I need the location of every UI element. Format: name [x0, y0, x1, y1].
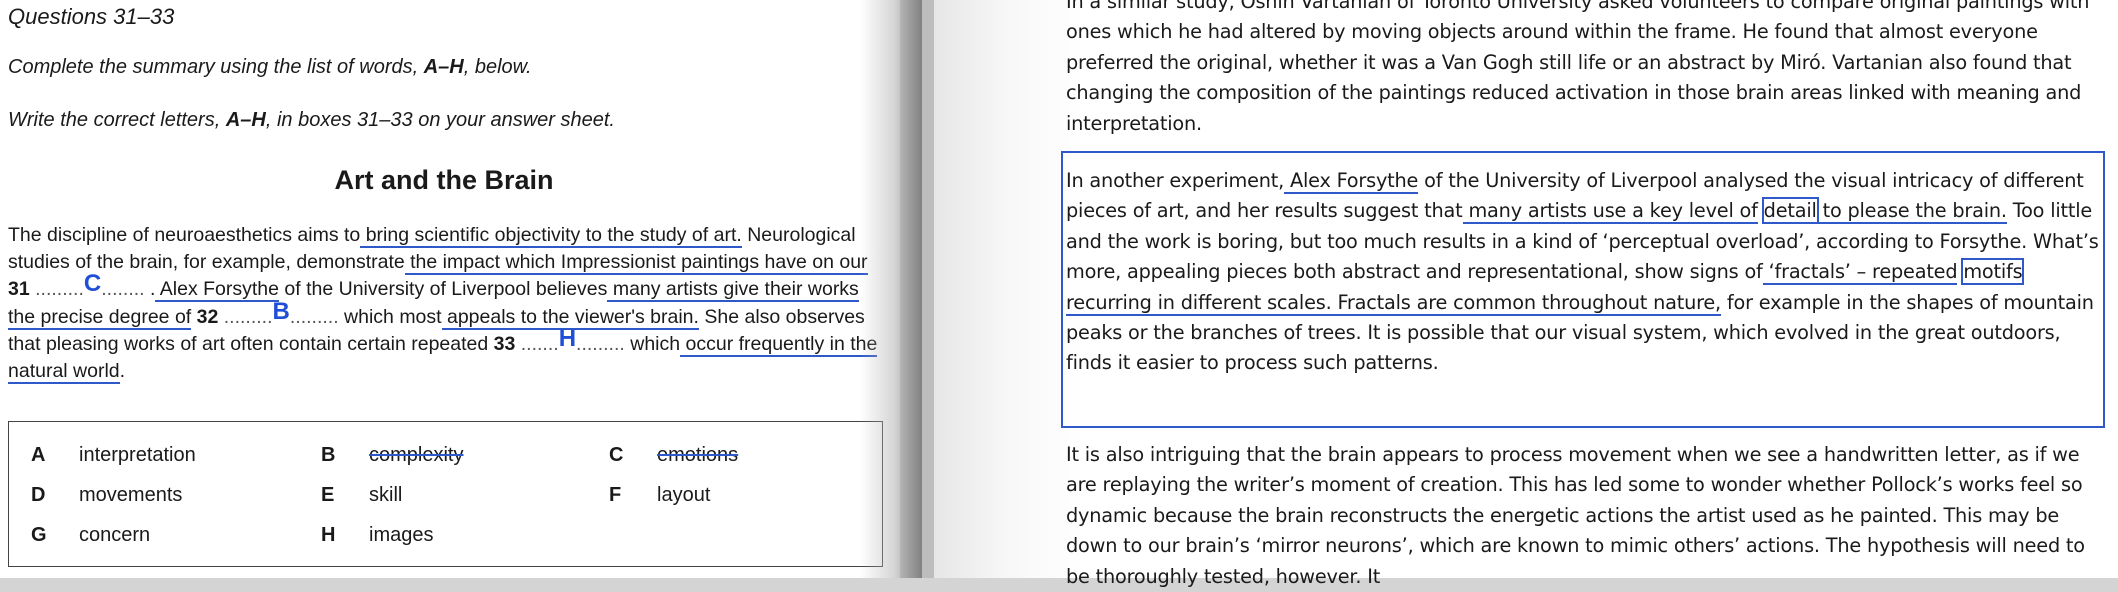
- question-number-31: 31: [8, 278, 30, 300]
- question-number-32: 32: [196, 305, 219, 328]
- summary-title: Art and the Brain: [334, 165, 554, 195]
- page-gutter: [922, 0, 934, 578]
- questions-heading: Questions 31–33: [8, 4, 175, 29]
- question-number-33: 33: [493, 333, 516, 355]
- boxed-word-motifs: motifs: [1961, 258, 2025, 286]
- answer-blank-31[interactable]: .........C........: [35, 270, 144, 300]
- word-options-box: Ainterpretation Bcomplexity Cemotions Dm…: [8, 421, 883, 567]
- passage-paragraph-pollock: It is also intriguing that the brain app…: [1066, 443, 2085, 588]
- instruction-write-letters: Write the correct letters, A–H, in boxes…: [8, 109, 615, 131]
- crossed-out-word: emotions: [657, 444, 739, 466]
- answer-blank-32[interactable]: .........B.........: [224, 298, 339, 328]
- instruction-complete-summary: Complete the summary using the list of w…: [8, 56, 532, 78]
- underline-annotation: Alex Forsythe: [155, 278, 279, 302]
- underline-annotation: the impact which Impressionist paintings…: [404, 250, 868, 275]
- crossed-out-word: complexity: [369, 444, 464, 466]
- underline-annotation: recurring in different scales. Fractals …: [1066, 290, 1721, 316]
- underline-annotation: to please the brain.: [1816, 199, 2007, 225]
- passage-paragraph-forsythe: In another experiment, Alex Forsythe of …: [1066, 169, 2099, 375]
- underline-annotation: many artists use a key level of: [1462, 199, 1758, 225]
- handwritten-answer-32: B: [272, 297, 290, 325]
- boxed-word-detail: detail: [1761, 197, 1819, 225]
- summary-paragraph: The discipline of neuroaesthetics aims t…: [8, 224, 878, 384]
- handwritten-answer-31: C: [83, 270, 102, 297]
- answer-blank-33[interactable]: .......H.........: [521, 325, 625, 355]
- handwritten-answer-33: H: [558, 325, 577, 352]
- underline-annotation: bring scientific objectivity to the stud…: [360, 224, 742, 248]
- question-sheet: Questions 31–33 Complete the summary usi…: [0, 0, 900, 578]
- page-fold-shadow: [860, 0, 922, 578]
- underline-annotation: Alex Forsythe: [1284, 169, 1419, 194]
- underline-annotation: ‘fractals’ – repeated: [1762, 260, 1958, 286]
- passage-paragraph-vartanian: In a similar study, Oshin Vartanian of T…: [1066, 0, 2090, 135]
